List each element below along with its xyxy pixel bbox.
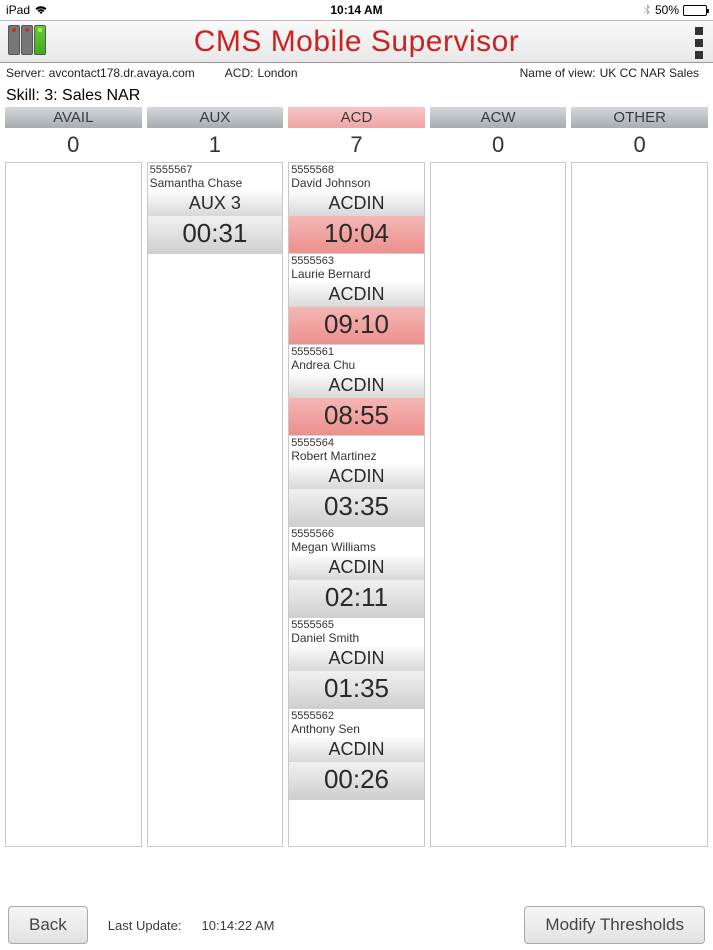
- agent-card[interactable]: 5555561Andrea ChuACDIN08:55: [289, 345, 424, 436]
- column-header-acd[interactable]: ACD: [288, 107, 425, 128]
- column-count-other: 0: [571, 128, 708, 162]
- device-icon-2: [21, 25, 33, 55]
- agent-id: 5555567: [148, 163, 283, 176]
- agent-time: 02:11: [289, 580, 424, 617]
- column-acw: ACW0: [430, 107, 567, 847]
- battery-icon: [683, 5, 707, 16]
- last-update-label: Last Update:: [108, 918, 182, 933]
- agent-state: AUX 3: [148, 191, 283, 216]
- column-count-acd: 7: [288, 128, 425, 162]
- agent-time: 09:10: [289, 307, 424, 344]
- agent-time: 08:55: [289, 398, 424, 435]
- server-label: Server:: [6, 66, 45, 80]
- status-time: 10:14 AM: [330, 3, 382, 17]
- battery-percentage: 50%: [655, 3, 679, 17]
- agent-id: 5555563: [289, 254, 424, 267]
- agent-name: Samantha Chase: [148, 176, 283, 191]
- last-update: Last Update: 10:14:22 AM: [108, 918, 275, 933]
- column-body-other: [571, 162, 708, 847]
- connection-info-row: Server: avcontact178.dr.avaya.com ACD: L…: [0, 63, 713, 83]
- column-body-acw: [430, 162, 567, 847]
- agent-time: 01:35: [289, 671, 424, 708]
- column-avail: AVAIL0: [5, 107, 142, 847]
- agent-name: Megan Williams: [289, 540, 424, 555]
- view-name-label: Name of view:: [520, 66, 596, 80]
- app-header: CMS Mobile Supervisor: [0, 20, 713, 63]
- agent-id: 5555562: [289, 709, 424, 722]
- ios-status-bar: iPad 10:14 AM 50%: [0, 0, 713, 20]
- footer-bar: Back Last Update: 10:14:22 AM Modify Thr…: [0, 900, 713, 950]
- agent-state: ACDIN: [289, 737, 424, 762]
- agent-time: 10:04: [289, 216, 424, 253]
- agent-id: 5555561: [289, 345, 424, 358]
- acd-value: London: [257, 66, 297, 80]
- acd-label: ACD:: [225, 66, 254, 80]
- agent-state: ACDIN: [289, 555, 424, 580]
- device-icon-3: [34, 25, 46, 55]
- column-count-avail: 0: [5, 128, 142, 162]
- last-update-value: 10:14:22 AM: [202, 918, 275, 933]
- agent-time: 00:26: [289, 762, 424, 799]
- agent-card[interactable]: 5555562Anthony SenACDIN00:26: [289, 709, 424, 800]
- column-header-aux[interactable]: AUX: [147, 107, 284, 128]
- skill-value: 3: Sales NAR: [44, 87, 140, 104]
- carrier-label: iPad: [6, 3, 30, 17]
- agent-time: 00:31: [148, 216, 283, 253]
- agent-state-columns: AVAIL0AUX15555567Samantha ChaseAUX 300:3…: [0, 107, 713, 847]
- agent-card[interactable]: 5555563Laurie BernardACDIN09:10: [289, 254, 424, 345]
- agent-name: Daniel Smith: [289, 631, 424, 646]
- wifi-icon: [34, 5, 48, 15]
- agent-state: ACDIN: [289, 646, 424, 671]
- column-body-aux: 5555567Samantha ChaseAUX 300:31: [147, 162, 284, 847]
- agent-name: Laurie Bernard: [289, 267, 424, 282]
- device-icon-1: [8, 25, 20, 55]
- agent-card[interactable]: 5555564Robert MartinezACDIN03:35: [289, 436, 424, 527]
- skill-row: Skill: 3: Sales NAR: [0, 83, 713, 107]
- agent-id: 5555566: [289, 527, 424, 540]
- agent-id: 5555564: [289, 436, 424, 449]
- agent-time: 03:35: [289, 489, 424, 526]
- column-other: OTHER0: [571, 107, 708, 847]
- agent-card[interactable]: 5555567Samantha ChaseAUX 300:31: [148, 163, 283, 254]
- agent-name: Robert Martinez: [289, 449, 424, 464]
- agent-card[interactable]: 5555565Daniel SmithACDIN01:35: [289, 618, 424, 709]
- skill-label: Skill:: [6, 87, 40, 104]
- menu-button[interactable]: [695, 27, 703, 59]
- column-header-other[interactable]: OTHER: [571, 107, 708, 128]
- column-header-acw[interactable]: ACW: [430, 107, 567, 128]
- agent-state: ACDIN: [289, 191, 424, 216]
- agent-state: ACDIN: [289, 464, 424, 489]
- column-body-avail: [5, 162, 142, 847]
- view-name-value: UK CC NAR Sales: [600, 66, 699, 80]
- agent-state: ACDIN: [289, 373, 424, 398]
- column-count-acw: 0: [430, 128, 567, 162]
- column-body-acd: 5555568David JohnsonACDIN10:045555563Lau…: [288, 162, 425, 847]
- column-acd: ACD75555568David JohnsonACDIN10:04555556…: [288, 107, 425, 847]
- app-title: CMS Mobile Supervisor: [0, 25, 713, 59]
- bluetooth-icon: [643, 4, 651, 16]
- agent-name: Anthony Sen: [289, 722, 424, 737]
- device-status-icons: [8, 25, 46, 55]
- agent-id: 5555565: [289, 618, 424, 631]
- back-button[interactable]: Back: [8, 906, 88, 944]
- agent-card[interactable]: 5555568David JohnsonACDIN10:04: [289, 163, 424, 254]
- agent-name: David Johnson: [289, 176, 424, 191]
- modify-thresholds-button[interactable]: Modify Thresholds: [524, 906, 705, 944]
- column-count-aux: 1: [147, 128, 284, 162]
- column-header-avail[interactable]: AVAIL: [5, 107, 142, 128]
- column-aux: AUX15555567Samantha ChaseAUX 300:31: [147, 107, 284, 847]
- server-value: avcontact178.dr.avaya.com: [49, 66, 195, 80]
- agent-id: 5555568: [289, 163, 424, 176]
- agent-name: Andrea Chu: [289, 358, 424, 373]
- agent-card[interactable]: 5555566Megan WilliamsACDIN02:11: [289, 527, 424, 618]
- agent-state: ACDIN: [289, 282, 424, 307]
